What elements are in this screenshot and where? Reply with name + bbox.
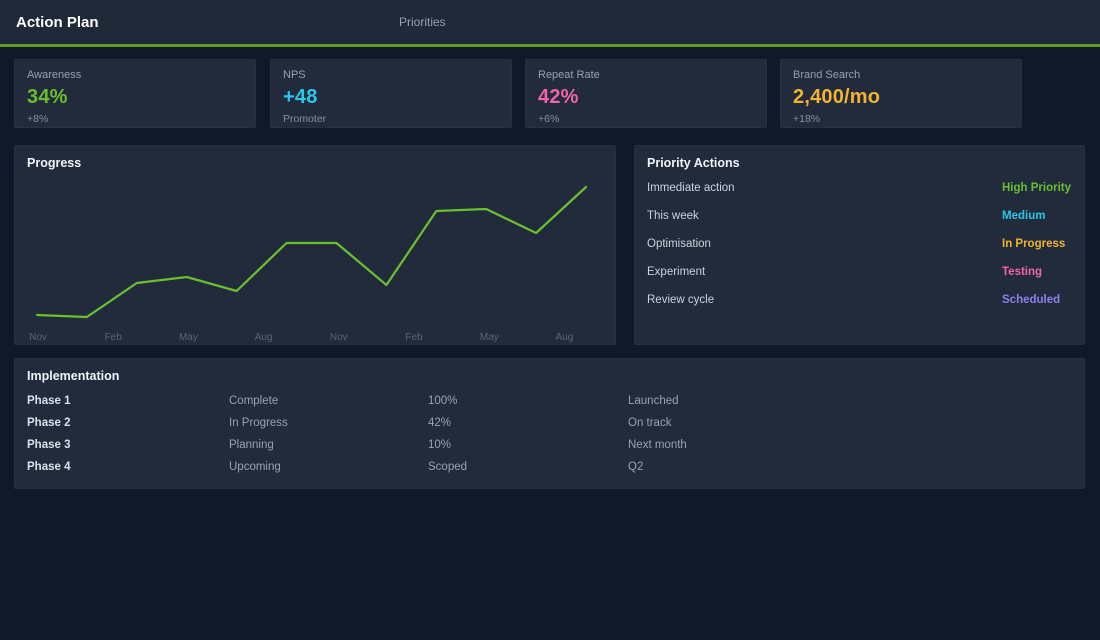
implementation-title: Implementation: [27, 369, 1072, 383]
status-badge: Scheduled: [1002, 294, 1072, 306]
nav-item-priorities[interactable]: Priorities: [399, 0, 446, 44]
priority-label: Experiment: [647, 266, 1002, 278]
phase-status: In Progress: [229, 417, 428, 429]
phase-progress: 10%: [428, 439, 628, 451]
kpi-sub: +18%: [793, 113, 1009, 125]
phase-name: Phase 3: [27, 439, 229, 451]
x-axis-label: Aug: [556, 332, 574, 343]
kpi-value: 34%: [27, 86, 243, 109]
phase-status: Planning: [229, 439, 428, 451]
table-row: Phase 2 In Progress 42% On track: [27, 412, 1072, 434]
status-badge: High Priority: [1002, 182, 1072, 194]
progress-chart: Nov Feb May Aug Nov Feb May Aug: [27, 172, 605, 348]
phase-note: Next month: [628, 439, 1072, 451]
kpi-label: NPS: [283, 69, 499, 81]
kpi-card-nps: NPS +48 Promoter: [270, 59, 512, 128]
kpi-sub: Promoter: [283, 113, 499, 125]
status-badge: Medium: [1002, 210, 1072, 222]
progress-title: Progress: [27, 156, 603, 170]
x-axis-label: Aug: [255, 332, 273, 343]
priority-actions-panel: Priority Actions Immediate action High P…: [634, 145, 1085, 345]
implementation-table: Phase 1 Complete 100% Launched Phase 2 I…: [27, 390, 1072, 478]
phase-progress: 100%: [428, 395, 628, 407]
list-item: Review cycle Scheduled: [647, 286, 1072, 314]
x-axis-label: Nov: [29, 332, 47, 343]
x-axis-label: May: [480, 332, 499, 343]
implementation-panel: Implementation Phase 1 Complete 100% Lau…: [14, 358, 1085, 489]
kpi-label: Brand Search: [793, 69, 1009, 81]
status-badge: Testing: [1002, 266, 1072, 278]
phase-status: Upcoming: [229, 461, 428, 473]
kpi-card-repeat-rate: Repeat Rate 42% +6%: [525, 59, 767, 128]
x-axis-label: Nov: [330, 332, 348, 343]
phase-progress: 42%: [428, 417, 628, 429]
progress-line: [37, 187, 586, 317]
kpi-value: +48: [283, 86, 499, 109]
kpi-label: Repeat Rate: [538, 69, 754, 81]
priority-actions-list: Immediate action High Priority This week…: [647, 174, 1072, 314]
phase-name: Phase 4: [27, 461, 229, 473]
list-item: Optimisation In Progress: [647, 230, 1072, 258]
app-header: Action Plan Priorities: [0, 0, 1100, 47]
priority-actions-title: Priority Actions: [647, 156, 1072, 170]
priority-label: Review cycle: [647, 294, 1002, 306]
x-axis-label: May: [179, 332, 198, 343]
kpi-value: 2,400/mo: [793, 86, 1009, 109]
list-item: Immediate action High Priority: [647, 174, 1072, 202]
priority-label: Optimisation: [647, 238, 1002, 250]
phase-note: On track: [628, 417, 1072, 429]
kpi-card-brand-search: Brand Search 2,400/mo +18%: [780, 59, 1022, 128]
page-title: Action Plan: [16, 14, 99, 31]
status-badge: In Progress: [1002, 238, 1072, 250]
x-axis-label: Feb: [105, 332, 123, 343]
phase-name: Phase 2: [27, 417, 229, 429]
progress-panel: Progress Nov Feb May Aug Nov Feb May Aug: [14, 145, 616, 345]
phase-status: Complete: [229, 395, 428, 407]
phase-note: Launched: [628, 395, 1072, 407]
kpi-sub: +6%: [538, 113, 754, 125]
kpi-value: 42%: [538, 86, 754, 109]
progress-chart-area: Nov Feb May Aug Nov Feb May Aug: [27, 172, 603, 353]
table-row: Phase 1 Complete 100% Launched: [27, 390, 1072, 412]
kpi-sub: +8%: [27, 113, 243, 125]
table-row: Phase 3 Planning 10% Next month: [27, 434, 1072, 456]
list-item: Experiment Testing: [647, 258, 1072, 286]
priority-label: Immediate action: [647, 182, 1002, 194]
phase-progress: Scoped: [428, 461, 628, 473]
kpi-label: Awareness: [27, 69, 243, 81]
phase-name: Phase 1: [27, 395, 229, 407]
list-item: This week Medium: [647, 202, 1072, 230]
priority-label: This week: [647, 210, 1002, 222]
phase-note: Q2: [628, 461, 1072, 473]
x-axis-label: Feb: [405, 332, 423, 343]
table-row: Phase 4 Upcoming Scoped Q2: [27, 456, 1072, 478]
kpi-card-awareness: Awareness 34% +8%: [14, 59, 256, 128]
